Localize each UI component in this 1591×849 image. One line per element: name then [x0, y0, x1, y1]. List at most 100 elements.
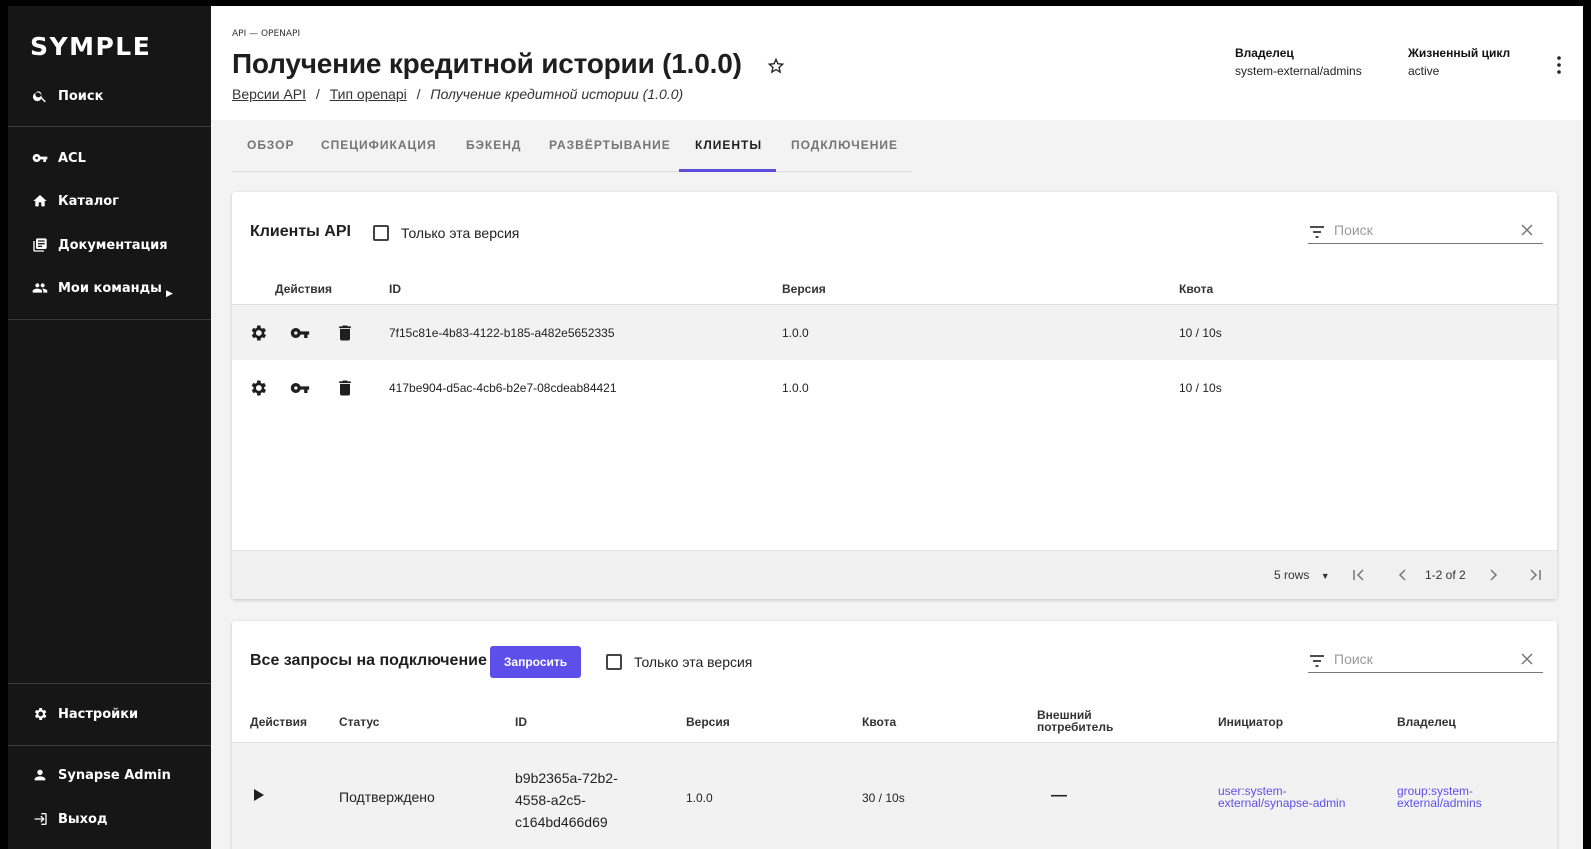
group-icon	[32, 283, 48, 293]
chevron-right-icon[interactable]: ▶	[166, 289, 173, 299]
tab-backend[interactable]: БЭКЕНД	[466, 138, 521, 152]
table-row[interactable]: 7f15c81e-4b83-4122-b185-a482e5652335 1.0…	[232, 304, 1557, 360]
request-id-line: c164bd466d69	[515, 814, 608, 830]
breadcrumb-current: Получение кредитной истории (1.0.0)	[430, 86, 684, 102]
tab-overview[interactable]: ОБЗОР	[247, 138, 295, 152]
sidebar: SYMPLE Поиск ACL Каталог Документация Мо…	[8, 6, 211, 849]
request-id: b9b2365a-72b2- 4558-a2c5- c164bd466d69	[515, 767, 618, 833]
arrow-drop-down-icon: ▼	[1320, 571, 1330, 581]
column-header-quota: Квота	[1179, 282, 1214, 296]
key-icon[interactable]	[290, 323, 310, 343]
tab-connection[interactable]: ПОДКЛЮЧЕНИЕ	[791, 138, 898, 152]
column-header-version: Версия	[782, 282, 826, 296]
active-tab-indicator	[679, 169, 776, 172]
search-placeholder: Поиск	[1334, 222, 1373, 238]
sidebar-logout-label: Выход	[58, 811, 108, 827]
play-icon[interactable]	[250, 787, 266, 803]
column-header-actions: Действия	[250, 715, 308, 729]
sidebar-item-settings[interactable]: Настройки	[32, 703, 138, 725]
rows-per-page-select[interactable]: 5 rows ▼	[1274, 568, 1330, 582]
sidebar-item-label: Каталог	[58, 193, 119, 209]
page-header: API — OPENAPI Получение кредитной истори…	[211, 6, 1583, 120]
library-books-icon	[33, 238, 47, 252]
sidebar-item-docs[interactable]: Документация	[32, 234, 168, 256]
lifecycle-label: Жизненный цикл	[1408, 46, 1511, 60]
clients-card: Клиенты API Только эта версия Поиск Дейс…	[232, 192, 1557, 599]
sidebar-item-label: ACL	[58, 150, 86, 166]
api-kind: API — OPENAPI	[232, 29, 301, 39]
column-header-id: ID	[389, 282, 401, 296]
only-version-checkbox[interactable]	[373, 225, 389, 241]
column-header-status: Статус	[339, 715, 380, 729]
table-row[interactable]: 417be904-d5ac-4cb6-b2e7-08cdeab84421 1.0…	[232, 360, 1557, 416]
client-quota: 10 / 10s	[1179, 326, 1222, 340]
page-range: 1-2 of 2	[1425, 568, 1466, 582]
owner-link[interactable]: group:system- external/admins	[1397, 785, 1482, 809]
tab-spec[interactable]: СПЕЦИФИКАЦИЯ	[321, 138, 437, 152]
request-id-line: b9b2365a-72b2-	[515, 770, 618, 786]
sidebar-item-acl[interactable]: ACL	[32, 147, 86, 169]
sidebar-divider	[8, 319, 211, 320]
only-version-label: Только эта версия	[401, 225, 520, 241]
column-header-owner: Владелец	[1397, 715, 1456, 729]
column-header-actions: Действия	[275, 282, 333, 296]
table-pagination: 5 rows ▼ 1-2 of 2	[232, 550, 1557, 599]
sidebar-user[interactable]: Synapse Admin	[32, 764, 171, 786]
previous-page-icon[interactable]	[1396, 568, 1410, 582]
only-version-label: Только эта версия	[634, 654, 753, 670]
tab-deployment[interactable]: РАЗВЁРТЫВАНИЕ	[549, 138, 671, 152]
sidebar-search-label: Поиск	[58, 88, 104, 104]
only-version-checkbox[interactable]	[606, 654, 622, 670]
sidebar-user-label: Synapse Admin	[58, 767, 171, 783]
column-header-quota: Квота	[862, 715, 897, 729]
clients-title: Клиенты API	[250, 223, 351, 240]
sidebar-item-teams[interactable]: Мои команды	[32, 277, 162, 299]
lifecycle-value: active	[1408, 64, 1440, 78]
gear-icon[interactable]	[248, 323, 268, 343]
requests-search-input[interactable]: Поиск	[1308, 647, 1543, 673]
page-title: Получение кредитной истории (1.0.0)	[232, 48, 742, 79]
close-icon[interactable]	[1521, 653, 1533, 665]
gear-icon[interactable]	[248, 378, 268, 398]
request-id-line: 4558-a2c5-	[515, 792, 586, 808]
star-icon[interactable]	[766, 56, 786, 76]
clients-search-input[interactable]: Поиск	[1308, 218, 1543, 244]
request-quota: 30 / 10s	[862, 791, 905, 805]
home-icon	[33, 195, 47, 207]
column-header-external-consumer: Внешний потребитель	[1037, 709, 1113, 733]
breadcrumb-link-versions[interactable]: Версии API	[232, 86, 306, 102]
owner-meta: Владелец system-external/admins	[1235, 46, 1362, 78]
next-page-icon[interactable]	[1486, 568, 1500, 582]
key-icon[interactable]	[290, 378, 310, 398]
tab-clients[interactable]: КЛИЕНТЫ	[695, 138, 762, 152]
client-id: 417be904-d5ac-4cb6-b2e7-08cdeab84421	[389, 381, 617, 395]
request-button[interactable]: Запросить	[490, 646, 581, 678]
more-vert-icon[interactable]	[1557, 56, 1561, 74]
filter-icon	[1310, 226, 1324, 238]
initiator-link[interactable]: user:system- external/synapse-admin	[1218, 785, 1345, 809]
column-header-line: потребитель	[1037, 720, 1114, 734]
first-page-icon[interactable]	[1352, 568, 1366, 582]
table-row[interactable]: Подтверждено b9b2365a-72b2- 4558-a2c5- c…	[232, 742, 1557, 849]
delete-icon[interactable]	[335, 323, 355, 343]
request-external-consumer: —	[1051, 787, 1067, 804]
gear-icon	[34, 708, 47, 720]
sidebar-item-catalog[interactable]: Каталог	[32, 190, 119, 212]
request-status: Подтверждено	[339, 789, 435, 805]
sidebar-search[interactable]: Поиск	[32, 85, 103, 107]
requests-title: Все запросы на подключение	[250, 652, 487, 669]
column-header-initiator: Инициатор	[1218, 715, 1284, 729]
app-window: SYMPLE Поиск ACL Каталог Документация Мо…	[8, 6, 1583, 849]
requests-card: Все запросы на подключение Запросить Тол…	[232, 621, 1557, 849]
last-page-icon[interactable]	[1528, 568, 1542, 582]
close-icon[interactable]	[1521, 224, 1533, 236]
filter-icon	[1310, 655, 1324, 667]
lifecycle-meta: Жизненный цикл active	[1408, 46, 1510, 78]
request-version: 1.0.0	[686, 791, 713, 805]
breadcrumb-link-type[interactable]: Тип openapi	[330, 86, 407, 102]
breadcrumb-separator: /	[315, 86, 320, 102]
delete-icon[interactable]	[335, 378, 355, 398]
sidebar-item-label: Документация	[58, 237, 168, 253]
sidebar-logout[interactable]: Выход	[32, 808, 107, 830]
search-placeholder: Поиск	[1334, 651, 1373, 667]
